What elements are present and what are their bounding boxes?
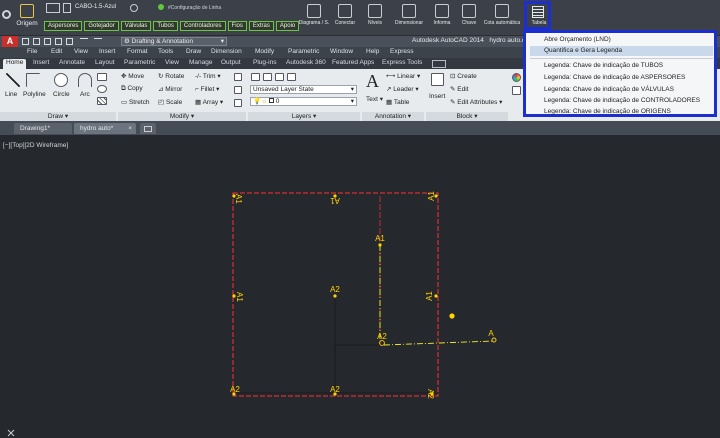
label-a2[interactable]: A2 bbox=[426, 389, 435, 399]
label-a1[interactable]: A1 bbox=[234, 194, 243, 204]
label-a2[interactable]: A2 bbox=[330, 285, 340, 294]
valve-marker[interactable] bbox=[449, 313, 455, 319]
label-a1[interactable]: A1 bbox=[425, 291, 434, 301]
label-a1[interactable]: A1 bbox=[427, 191, 436, 201]
sprinkler-marker[interactable] bbox=[378, 243, 382, 247]
menu-item-legenda-aspersores[interactable]: Legenda: Chave de indicação de ASPERSORE… bbox=[530, 73, 713, 83]
menu-item-legenda-origens[interactable]: Legenda: Chave de indicação de ORIGENS bbox=[530, 107, 713, 117]
label-a1[interactable]: A1 bbox=[330, 196, 340, 205]
label-a[interactable]: A bbox=[488, 329, 494, 338]
label-a2[interactable]: A2 bbox=[377, 332, 387, 341]
menu-item-legenda-controladores[interactable]: Legenda: Chave de indicação de CONTROLAD… bbox=[530, 96, 713, 106]
menu-separator bbox=[530, 58, 713, 59]
menu-item-quantifica-legenda[interactable]: Quantifica e Gera Legenda bbox=[530, 46, 713, 56]
label-a1[interactable]: A1 bbox=[235, 292, 244, 302]
label-a2[interactable]: A2 bbox=[230, 385, 240, 394]
sprinkler-marker[interactable] bbox=[434, 294, 438, 298]
label-a2[interactable]: A2 bbox=[330, 385, 340, 394]
tabelas-dropdown-menu: Abre Orçamento (LND) Quantifica e Gera L… bbox=[523, 30, 717, 117]
menu-item-legenda-valvulas[interactable]: Legenda: Chave de indicação de VÁLVULAS bbox=[530, 85, 713, 95]
centerline-horizontal[interactable] bbox=[383, 340, 495, 346]
menu-item-abre-orcamento[interactable]: Abre Orçamento (LND) bbox=[530, 35, 713, 45]
ucs-icon bbox=[7, 429, 15, 437]
label-a1[interactable]: A1 bbox=[375, 234, 385, 243]
menu-item-legenda-tubos[interactable]: Legenda: Chave de indicação de TUBOS bbox=[530, 61, 713, 71]
sprinkler-marker[interactable] bbox=[333, 294, 337, 298]
